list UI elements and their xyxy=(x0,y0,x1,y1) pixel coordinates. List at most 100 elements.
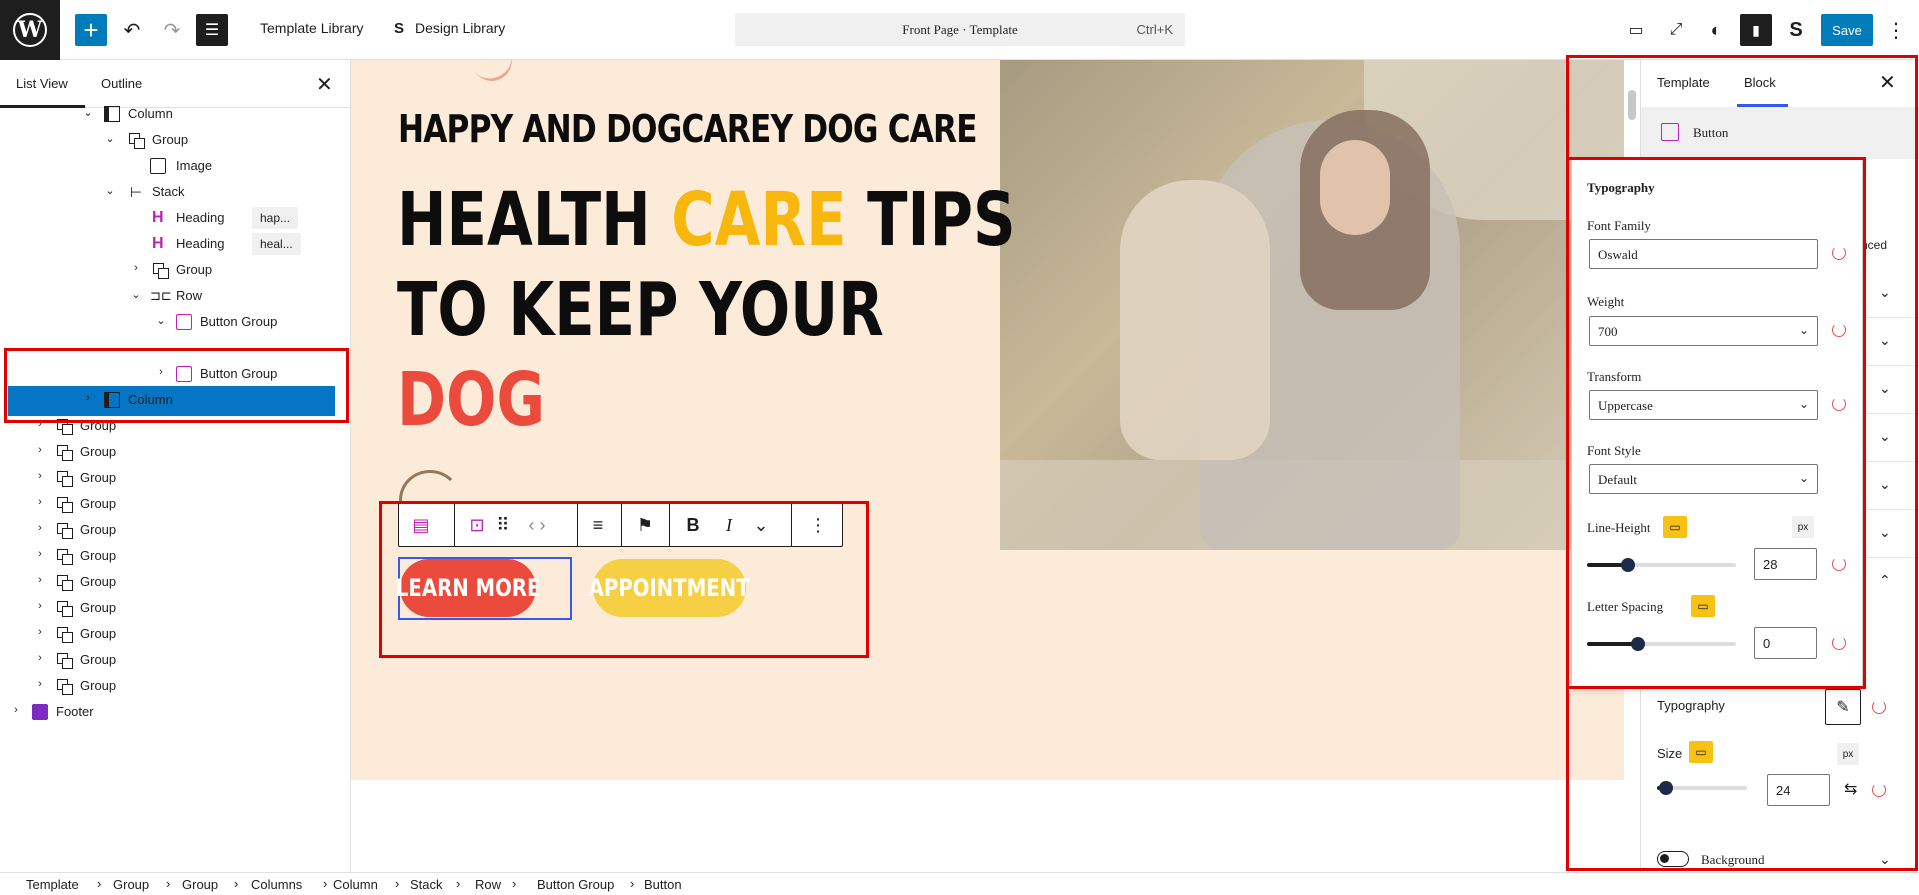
align-left-icon[interactable]: ≡ xyxy=(586,513,610,537)
line-height-input[interactable]: 28 xyxy=(1754,548,1817,580)
reset-icon[interactable] xyxy=(1832,557,1846,571)
scrollbar[interactable] xyxy=(1628,90,1636,120)
custom-size-icon[interactable]: ⇆ xyxy=(1844,779,1857,799)
font-family-input[interactable]: Oswald xyxy=(1589,239,1818,269)
link-flag-icon[interactable]: ⚑ xyxy=(633,513,657,537)
contrast-icon[interactable]: ◐ xyxy=(1700,14,1732,46)
letter-spacing-slider[interactable] xyxy=(1587,637,1736,651)
appointment-button[interactable]: APPOINTMENT xyxy=(589,559,750,617)
device-icon[interactable]: ▭ xyxy=(1691,595,1715,617)
transform-select[interactable]: Uppercase ⌄ xyxy=(1589,390,1818,420)
template-library-button[interactable]: Template Library xyxy=(260,20,364,36)
chevron-right-icon[interactable]: › xyxy=(10,704,22,716)
chevron-right-icon[interactable]: › xyxy=(34,418,46,430)
drag-handle-icon[interactable]: ⠿ xyxy=(491,513,515,537)
chevron-down-icon[interactable]: ⌄ xyxy=(1879,851,1891,868)
chevron-right-icon[interactable]: › xyxy=(155,366,167,378)
add-block-button[interactable]: + xyxy=(75,14,107,46)
tab-block[interactable]: Block xyxy=(1744,75,1776,90)
tab-template[interactable]: Template xyxy=(1657,75,1710,90)
chevron-down-icon[interactable]: ⌄ xyxy=(155,314,167,327)
chevron-down-icon[interactable]: ⌄ xyxy=(104,184,116,197)
breadcrumb-item[interactable]: Columns xyxy=(251,877,302,892)
list-item[interactable]: › Footer xyxy=(0,696,350,728)
expand-icon[interactable]: ⤢ xyxy=(1660,14,1692,46)
letter-spacing-input[interactable]: 0 xyxy=(1754,627,1817,659)
reset-icon[interactable] xyxy=(1832,636,1846,650)
reset-icon[interactable] xyxy=(1872,783,1886,797)
subheading[interactable]: HAPPY AND DOGCAREY DOG CARE xyxy=(398,107,978,151)
chevron-right-icon[interactable]: › xyxy=(34,470,46,482)
breadcrumb-item[interactable]: Template xyxy=(26,877,79,892)
desktop-preview-icon[interactable]: ▭ xyxy=(1620,14,1652,46)
device-icon[interactable]: ▭ xyxy=(1689,741,1713,763)
reset-icon[interactable] xyxy=(1832,323,1846,337)
chevron-right-icon[interactable]: › xyxy=(34,600,46,612)
slider-thumb[interactable] xyxy=(1621,558,1635,572)
group-icon xyxy=(152,262,169,279)
chevron-right-icon[interactable]: › xyxy=(34,574,46,586)
styles-icon[interactable]: S xyxy=(1780,14,1812,46)
chevron-right-icon[interactable]: › xyxy=(82,392,94,404)
italic-icon[interactable]: I xyxy=(717,513,741,537)
chevron-right-icon[interactable]: › xyxy=(34,626,46,638)
font-style-select[interactable]: Default ⌄ xyxy=(1589,464,1818,494)
chevron-down-icon[interactable]: ⌄ xyxy=(130,288,142,301)
button-group-icon[interactable]: ▤ xyxy=(409,513,433,537)
wordpress-logo-button[interactable]: W xyxy=(0,0,60,60)
size-slider[interactable] xyxy=(1657,781,1747,795)
chevron-right-icon[interactable]: › xyxy=(34,444,46,456)
more-formatting-icon[interactable]: ⌄ xyxy=(749,513,773,537)
reset-icon[interactable] xyxy=(1832,397,1846,411)
design-library-button[interactable]: Design Library xyxy=(415,20,505,36)
chevron-right-icon[interactable]: › xyxy=(130,262,142,274)
block-options-icon[interactable]: ⋮ xyxy=(316,340,329,356)
breadcrumb-item[interactable]: Stack xyxy=(410,877,443,892)
chevron-down-icon[interactable]: ⌄ xyxy=(82,106,94,119)
reset-icon[interactable] xyxy=(1832,246,1846,260)
slider-thumb[interactable] xyxy=(1631,637,1645,651)
close-icon[interactable]: ✕ xyxy=(316,72,333,97)
chevron-right-icon[interactable]: › xyxy=(34,548,46,560)
size-unit[interactable]: px xyxy=(1837,743,1859,765)
chevron-right-icon[interactable]: › xyxy=(34,496,46,508)
close-icon[interactable]: ✕ xyxy=(1879,70,1896,95)
heading-highlight: CARE xyxy=(671,177,847,263)
slider-thumb[interactable] xyxy=(1659,781,1673,795)
breadcrumb-item[interactable]: Group xyxy=(182,877,218,892)
breadcrumb-item[interactable]: Column xyxy=(333,877,378,892)
move-arrows-icon[interactable]: ‹ › xyxy=(525,513,549,537)
learn-more-button[interactable]: LEARN MORE xyxy=(396,559,540,617)
breadcrumb-item[interactable]: Group xyxy=(113,877,149,892)
line-height-unit[interactable]: px xyxy=(1792,516,1814,538)
breadcrumb-item[interactable]: Row xyxy=(475,877,501,892)
hero-image[interactable] xyxy=(1000,60,1624,550)
device-icon[interactable]: ▭ xyxy=(1663,516,1687,538)
line-height-slider[interactable] xyxy=(1587,558,1736,572)
command-palette-bar[interactable]: Front Page · Template Ctrl+K xyxy=(735,13,1185,46)
document-overview-icon[interactable]: ☰ xyxy=(196,14,228,46)
options-menu-icon[interactable]: ⋮ xyxy=(1880,14,1912,46)
undo-icon[interactable]: ↶ xyxy=(116,14,148,46)
bold-icon[interactable]: B xyxy=(681,513,705,537)
tab-outline[interactable]: Outline xyxy=(101,76,142,91)
weight-select[interactable]: 700 ⌄ xyxy=(1589,316,1818,346)
background-toggle[interactable] xyxy=(1657,851,1689,867)
chevron-right-icon[interactable]: › xyxy=(34,678,46,690)
save-button[interactable]: Save xyxy=(1821,14,1873,46)
size-input[interactable]: 24 xyxy=(1767,774,1830,806)
reset-icon[interactable] xyxy=(1872,700,1886,714)
breadcrumb-item[interactable]: Button xyxy=(644,877,682,892)
main-heading[interactable]: HEALTH CARE TIPS TO KEEP YOUR DOG xyxy=(397,175,1016,445)
settings-sidebar-icon[interactable]: ▮ xyxy=(1740,14,1772,46)
edit-typography-icon[interactable]: ✎ xyxy=(1825,689,1861,725)
redo-icon[interactable]: ↷ xyxy=(156,14,188,46)
tab-advanced-partial[interactable]: nced xyxy=(1861,238,1887,252)
button-block-icon[interactable]: ⊡ xyxy=(465,513,489,537)
chevron-right-icon[interactable]: › xyxy=(34,522,46,534)
breadcrumb-item[interactable]: Button Group xyxy=(537,877,614,892)
more-options-icon[interactable]: ⋮ xyxy=(806,513,830,537)
chevron-down-icon[interactable]: ⌄ xyxy=(104,132,116,145)
tab-list-view[interactable]: List View xyxy=(16,76,68,91)
chevron-right-icon[interactable]: › xyxy=(34,652,46,664)
